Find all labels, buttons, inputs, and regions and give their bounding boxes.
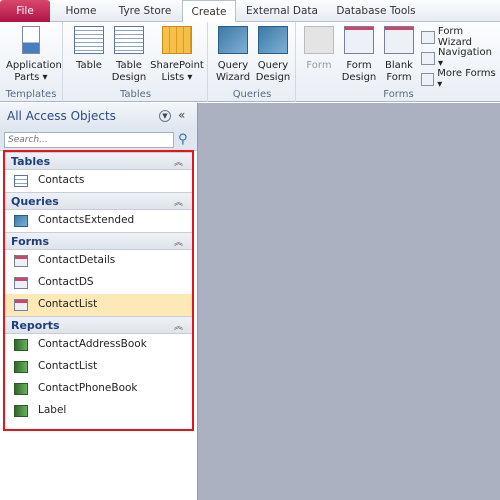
tab-file[interactable]: File <box>0 0 50 22</box>
object-groups: Tables ︽ Contacts Queries ︽ ContactsExtended F… <box>5 152 192 422</box>
query-wizard-icon <box>218 26 248 54</box>
list-item[interactable]: ContactDS <box>5 272 192 294</box>
navigation-pane-title[interactable]: All Access Objects <box>7 109 116 123</box>
report-icon <box>14 405 28 417</box>
item-label: Contacts <box>38 174 85 186</box>
navigation-icon <box>421 51 435 65</box>
query-design-icon <box>258 26 288 54</box>
form-icon <box>14 277 28 289</box>
sharepoint-lists-button[interactable]: SharePoint Lists ▾ <box>150 26 204 84</box>
more-forms-button[interactable]: More Forms ▾ <box>421 68 500 90</box>
tab-database-tools[interactable]: Database Tools <box>330 0 422 22</box>
form-design-icon <box>344 26 374 54</box>
query-design-button[interactable]: Query Design <box>253 26 293 84</box>
search-icon[interactable]: ⚲ <box>178 132 188 147</box>
form-button[interactable]: Form <box>301 26 337 72</box>
application-parts-icon <box>22 26 40 54</box>
table-icon <box>74 26 104 54</box>
group-forms: Form Form Design Blank Form Form Wizard … <box>297 22 500 102</box>
search-bar: ⚲ <box>0 129 197 151</box>
query-wizard-button[interactable]: Query Wizard <box>213 26 253 84</box>
sharepoint-lists-icon <box>162 26 192 54</box>
item-label: ContactAddressBook <box>38 338 147 350</box>
tab-create[interactable]: Create <box>182 0 236 23</box>
group-label-templates: Templates <box>5 89 57 100</box>
collapse-pane-icon[interactable]: « <box>178 108 185 122</box>
table-button[interactable]: Table <box>70 26 108 72</box>
form-design-button[interactable]: Form Design <box>339 26 379 84</box>
list-item[interactable]: ContactAddressBook <box>5 334 192 356</box>
table-design-icon <box>114 26 144 54</box>
blank-form-button[interactable]: Blank Form <box>379 26 419 84</box>
chevron-down-icon[interactable]: ▼ <box>159 110 171 122</box>
collapse-group-icon[interactable]: ︽ <box>174 319 183 332</box>
list-item[interactable]: ContactList <box>5 294 192 316</box>
blank-form-icon <box>384 26 414 54</box>
tab-external-data[interactable]: External Data <box>242 0 322 22</box>
group-header-queries[interactable]: Queries ︽ <box>5 192 192 210</box>
group-title: Tables <box>11 155 51 168</box>
navigation-button[interactable]: Navigation ▾ <box>421 47 500 69</box>
group-title: Forms <box>11 235 50 248</box>
ribbon-tabs: File Home Tyre Store Create External Dat… <box>0 0 500 23</box>
form-icon <box>304 26 334 54</box>
item-label: ContactDS <box>38 276 94 288</box>
item-label: ContactPhoneBook <box>38 382 138 394</box>
collapse-group-icon[interactable]: ︽ <box>174 155 183 168</box>
more-forms-icon <box>421 72 435 86</box>
list-item[interactable]: Label <box>5 400 192 422</box>
item-label: ContactDetails <box>38 254 116 266</box>
form-wizard-button[interactable]: Form Wizard <box>421 26 500 48</box>
group-header-reports[interactable]: Reports ︽ <box>5 316 192 334</box>
list-item[interactable]: ContactsExtended <box>5 210 192 232</box>
navigation-pane: All Access Objects ▼ « ⚲ Tables ︽ Contacts… <box>0 103 198 500</box>
list-item[interactable]: ContactDetails <box>5 250 192 272</box>
report-icon <box>14 339 28 351</box>
highlight-box: Tables ︽ Contacts Queries ︽ ContactsExtended F… <box>3 150 194 431</box>
collapse-group-icon[interactable]: ︽ <box>174 195 183 208</box>
application-parts-button[interactable]: Application Parts ▾ <box>2 26 62 84</box>
search-input[interactable] <box>4 132 174 148</box>
collapse-group-icon[interactable]: ︽ <box>174 235 183 248</box>
group-queries: Query Wizard Query Design Queries <box>209 22 296 102</box>
navigation-pane-header[interactable]: All Access Objects ▼ « <box>0 103 197 129</box>
table-icon <box>14 175 28 187</box>
item-label: ContactsExtended <box>38 214 135 226</box>
item-label: Label <box>38 404 67 416</box>
list-item[interactable]: Contacts <box>5 170 192 192</box>
report-icon <box>14 361 28 373</box>
list-item[interactable]: ContactList <box>5 356 192 378</box>
group-label-forms: Forms <box>383 89 414 100</box>
item-label: ContactList <box>38 298 98 310</box>
group-title: Queries <box>11 195 59 208</box>
workspace <box>198 103 500 500</box>
ribbon: Application Parts ▾ Templates Table Tabl… <box>0 22 500 102</box>
form-wizard-icon <box>421 30 435 44</box>
group-tables: Table Table Design SharePoint Lists ▾ Ta… <box>64 22 208 102</box>
report-icon <box>14 383 28 395</box>
tab-tyre-store[interactable]: Tyre Store <box>112 0 178 22</box>
group-header-forms[interactable]: Forms ︽ <box>5 232 192 250</box>
list-item[interactable]: ContactPhoneBook <box>5 378 192 400</box>
item-label: ContactList <box>38 360 98 372</box>
group-label-queries: Queries <box>232 89 272 100</box>
group-templates: Application Parts ▾ Templates <box>0 22 63 102</box>
tab-home[interactable]: Home <box>56 0 106 22</box>
group-label-tables: Tables <box>119 89 152 100</box>
group-title: Reports <box>11 319 60 332</box>
table-design-button[interactable]: Table Design <box>110 26 148 84</box>
form-icon <box>14 255 28 267</box>
form-icon <box>14 299 28 311</box>
group-header-tables[interactable]: Tables ︽ <box>5 152 192 170</box>
query-icon <box>14 215 28 227</box>
